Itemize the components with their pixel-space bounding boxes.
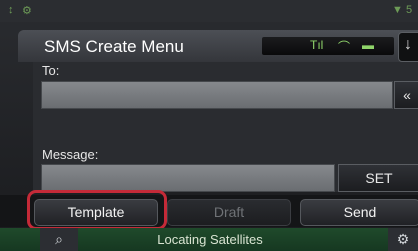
usb-icon: ↕	[8, 4, 14, 16]
phone-status-indicator: Tıl ⌒ ▬	[262, 37, 394, 55]
set-button-label: SET	[365, 170, 393, 186]
sms-create-menu-screen: ↕ ⚙ ▼ 5 SMS Create Menu Tıl ⌒ ▬ ↓ To: « …	[0, 0, 418, 251]
contacts-button[interactable]: «	[394, 81, 418, 109]
back-icon: ↓	[404, 36, 412, 53]
status-bar: ↕ ⚙ ▼ 5	[0, 0, 418, 22]
settings-status-icon: ⚙	[22, 5, 32, 17]
connection-icon: ⌒	[338, 40, 351, 54]
status-number: 5	[406, 4, 413, 16]
message-label: Message:	[42, 147, 99, 162]
to-label: To:	[42, 63, 60, 78]
battery-icon: ▬	[362, 38, 374, 52]
message-field[interactable]	[41, 164, 335, 192]
search-button[interactable]: ⌕	[40, 228, 78, 251]
template-highlight-callout	[27, 190, 167, 230]
signal-icon: Tıl	[310, 38, 324, 52]
gps-status-text: Locating Satellites	[157, 232, 263, 247]
draft-button[interactable]: Draft	[167, 199, 291, 226]
set-button[interactable]: SET	[338, 164, 418, 192]
double-chevron-icon: «	[403, 87, 411, 103]
page-title: SMS Create Menu	[44, 37, 184, 56]
search-icon: ⌕	[55, 231, 63, 247]
wifi-icon: ▼	[392, 4, 403, 16]
to-field[interactable]	[41, 81, 393, 109]
gear-icon: ⚙	[396, 231, 410, 247]
settings-button[interactable]: ⚙	[388, 228, 418, 251]
send-button[interactable]: Send	[300, 199, 418, 226]
